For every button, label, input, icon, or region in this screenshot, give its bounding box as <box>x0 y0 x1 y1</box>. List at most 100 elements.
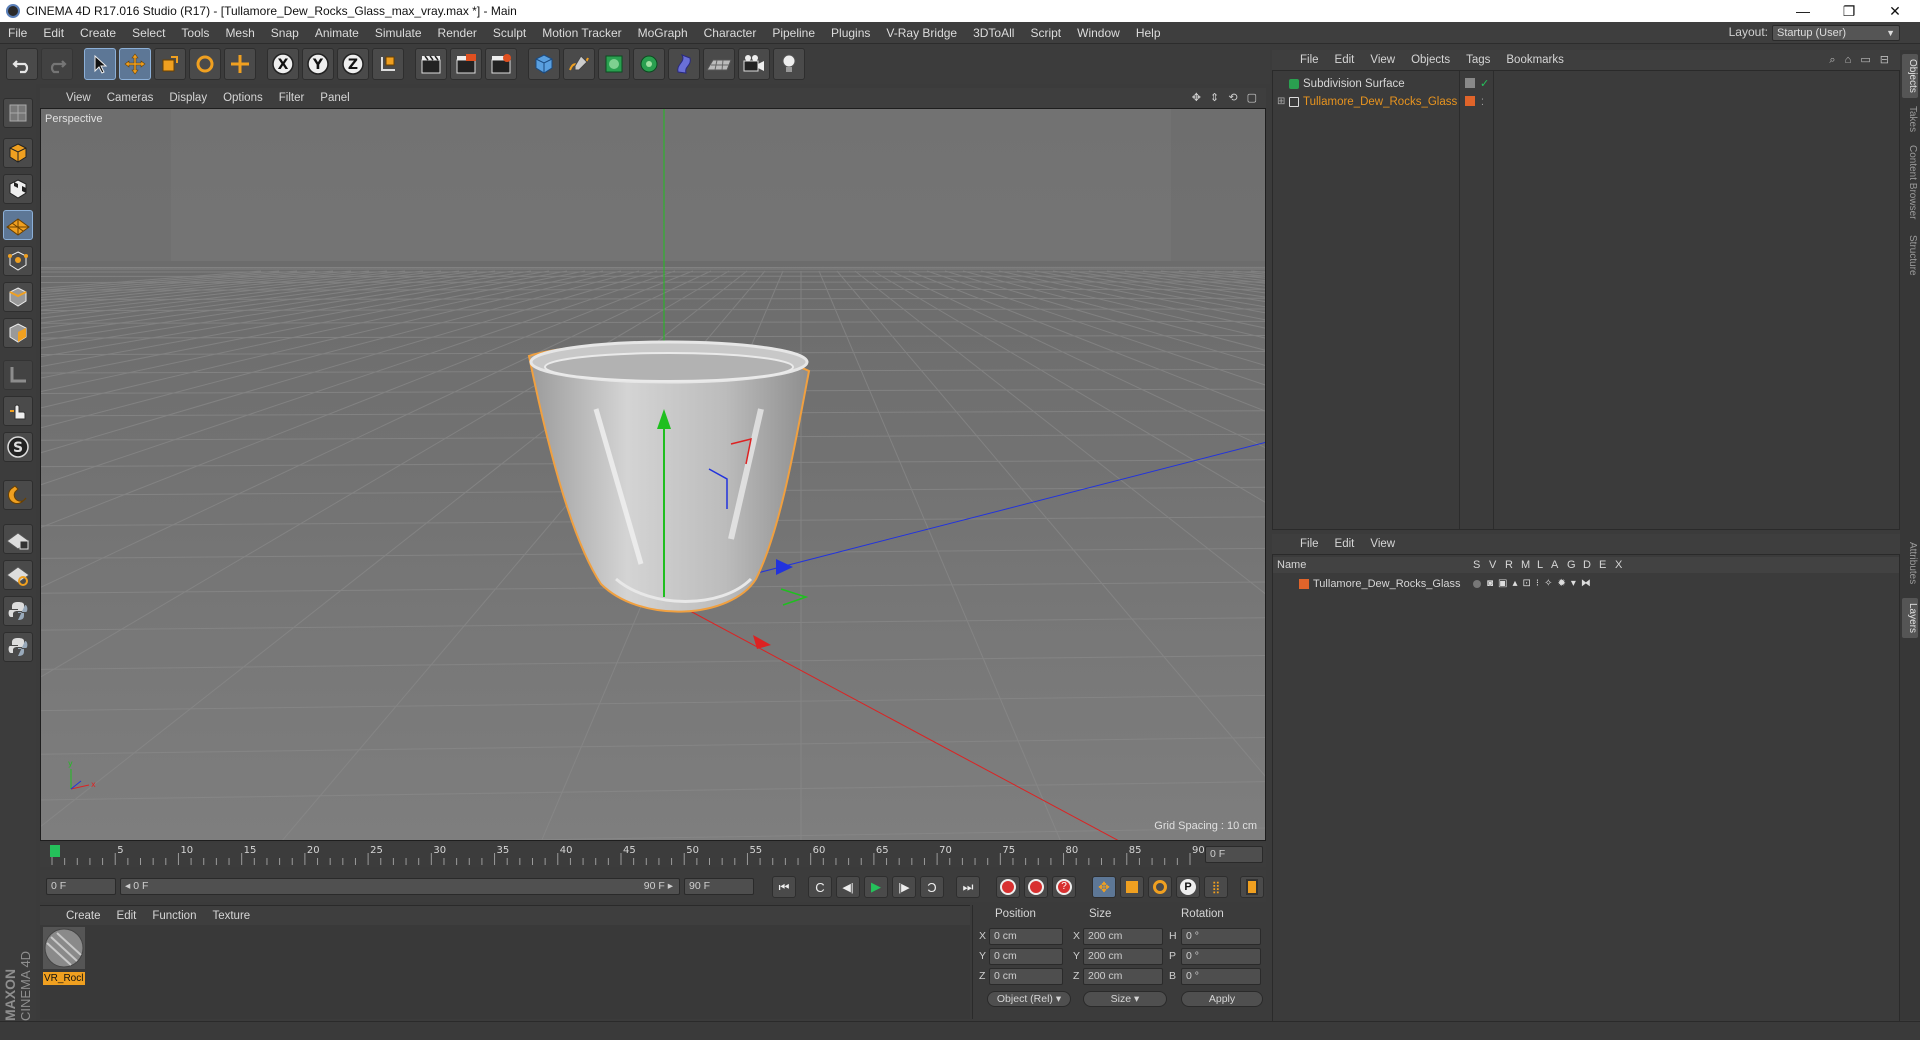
make-editable-button[interactable] <box>3 98 33 128</box>
end-frame-field[interactable]: 90 F <box>684 878 754 895</box>
autokeying-button[interactable] <box>1024 876 1048 898</box>
tab-takes[interactable]: Takes <box>1902 104 1918 134</box>
next-frame-button[interactable]: |▶ <box>892 876 916 898</box>
material-menu-texture[interactable]: Texture <box>204 910 258 922</box>
timeline-ruler[interactable]: 051015202530354045505560657075808590 0 F <box>40 843 1266 867</box>
key-position-button[interactable]: ✥ <box>1092 876 1116 898</box>
viewport-menu-filter[interactable]: Filter <box>271 92 313 104</box>
rotation-h-field[interactable]: 0 ° <box>1181 928 1261 945</box>
render-settings-button[interactable] <box>485 48 517 80</box>
menu-mesh[interactable]: Mesh <box>217 26 262 40</box>
menu-pipeline[interactable]: Pipeline <box>764 26 823 40</box>
position-x-field[interactable]: 0 cm <box>989 928 1063 945</box>
tab-attributes[interactable]: Attributes <box>1902 534 1918 592</box>
viewport-menu-view[interactable]: View <box>58 92 99 104</box>
menu-sculpt[interactable]: Sculpt <box>485 26 534 40</box>
viewport-menu-options[interactable]: Options <box>215 92 271 104</box>
x-axis-lock-button[interactable]: X <box>267 48 299 80</box>
menu-window[interactable]: Window <box>1069 26 1128 40</box>
add-array-button[interactable] <box>633 48 665 80</box>
scale-tool-button[interactable] <box>154 48 186 80</box>
layer-toggle-icons[interactable]: ◙▣▴⊡⁝✧✹▾⧓ <box>1487 575 1596 593</box>
material-menu-create[interactable]: Create <box>58 910 109 922</box>
model-mode-button[interactable] <box>3 138 33 168</box>
object-row[interactable]: ⊞ Tullamore_Dew_Rocks_Glass ⁚ <box>1273 93 1899 111</box>
key-rotation-button[interactable] <box>1148 876 1172 898</box>
y-axis-lock-button[interactable]: Y <box>302 48 334 80</box>
python-script-button-2[interactable] <box>3 632 33 662</box>
move-tool-button[interactable] <box>119 48 151 80</box>
coordinate-mode-select[interactable]: Object (Rel) ▾ <box>987 991 1071 1007</box>
column-animation[interactable]: A <box>1551 557 1558 573</box>
objects-menu-bookmarks[interactable]: Bookmarks <box>1498 54 1572 66</box>
objects-search-icons[interactable]: ⌕ ⌂ ▭ ⊟ <box>1829 53 1892 67</box>
menu-animate[interactable]: Animate <box>307 26 367 40</box>
render-region-button[interactable] <box>450 48 482 80</box>
menu-render[interactable]: Render <box>430 26 485 40</box>
z-axis-lock-button[interactable]: Z <box>337 48 369 80</box>
menu-3dtoall[interactable]: 3DToAll <box>965 26 1022 40</box>
add-spline-button[interactable] <box>563 48 595 80</box>
rotation-p-field[interactable]: 0 ° <box>1181 948 1261 965</box>
material-menu-function[interactable]: Function <box>144 910 204 922</box>
start-frame-field[interactable]: 0 F <box>46 878 116 895</box>
menu-script[interactable]: Script <box>1022 26 1069 40</box>
add-cube-button[interactable] <box>528 48 560 80</box>
solo-toggle-icon[interactable] <box>1473 580 1481 588</box>
redo-button[interactable] <box>41 48 73 80</box>
coordinate-system-button[interactable] <box>372 48 404 80</box>
tab-layers[interactable]: Layers <box>1902 598 1918 638</box>
transform-tool-button[interactable] <box>224 48 256 80</box>
close-button[interactable]: ✕ <box>1872 0 1918 22</box>
tweak-mode-button[interactable] <box>3 396 33 426</box>
add-deformer-button[interactable] <box>668 48 700 80</box>
polygons-mode-button[interactable] <box>3 318 33 348</box>
column-expressions[interactable]: E <box>1599 557 1606 573</box>
layer-row[interactable]: Tullamore_Dew_Rocks_Glass ◙▣▴⊡⁝✧✹▾⧓ <box>1273 575 1899 593</box>
size-mode-select[interactable]: Size ▾ <box>1083 991 1167 1007</box>
tab-content-browser[interactable]: Content Browser <box>1902 142 1918 222</box>
layers-menu-edit[interactable]: Edit <box>1327 538 1363 550</box>
column-deformers[interactable]: D <box>1583 557 1591 573</box>
objects-menu-file[interactable]: File <box>1292 54 1327 66</box>
key-pla-button[interactable]: ⣿ <box>1204 876 1228 898</box>
objects-menu-edit[interactable]: Edit <box>1327 54 1363 66</box>
rotate-tool-button[interactable] <box>189 48 221 80</box>
menu-motion-tracker[interactable]: Motion Tracker <box>534 26 629 40</box>
column-xref[interactable]: X <box>1615 557 1622 573</box>
keyframe-selection-button[interactable]: ? <box>1052 876 1076 898</box>
timeline-window-button[interactable] <box>1240 876 1264 898</box>
material-swatch[interactable]: VR_Rocl <box>43 927 85 985</box>
layers-menu-view[interactable]: View <box>1362 538 1403 550</box>
points-mode-button[interactable] <box>3 246 33 276</box>
viewport-menu-panel[interactable]: Panel <box>312 92 357 104</box>
tab-structure[interactable]: Structure <box>1902 230 1918 280</box>
python-script-button[interactable] <box>3 596 33 626</box>
size-z-field[interactable]: 200 cm <box>1083 968 1163 985</box>
axis-mode-button[interactable] <box>3 360 33 390</box>
layer-color-swatch[interactable] <box>1299 579 1309 589</box>
next-key-button[interactable]: Ͻ <box>920 876 944 898</box>
minimize-button[interactable]: — <box>1780 0 1826 22</box>
restore-button[interactable]: ❐ <box>1826 0 1872 22</box>
menu-tools[interactable]: Tools <box>173 26 217 40</box>
objects-menu-tags[interactable]: Tags <box>1458 54 1498 66</box>
menu-vray-bridge[interactable]: V-Ray Bridge <box>878 26 965 40</box>
enabled-check-icon[interactable]: ✓ <box>1480 75 1489 93</box>
apply-button[interactable]: Apply <box>1181 991 1263 1007</box>
record-keys-button[interactable] <box>996 876 1020 898</box>
objects-menu-view[interactable]: View <box>1362 54 1403 66</box>
menu-character[interactable]: Character <box>696 26 765 40</box>
column-render[interactable]: R <box>1505 557 1513 573</box>
add-light-button[interactable] <box>773 48 805 80</box>
menu-plugins[interactable]: Plugins <box>823 26 878 40</box>
lock-workplane-button[interactable] <box>3 524 33 554</box>
layout-select[interactable]: Startup (User) ▼ <box>1772 25 1900 41</box>
render-view-button[interactable] <box>415 48 447 80</box>
viewport-camera-label[interactable]: Perspective <box>45 113 102 125</box>
previous-frame-button[interactable]: ◀| <box>836 876 860 898</box>
live-selection-button[interactable] <box>84 48 116 80</box>
go-to-start-button[interactable]: ⏮ <box>772 876 796 898</box>
menu-snap[interactable]: Snap <box>263 26 307 40</box>
menu-file[interactable]: File <box>0 26 35 40</box>
